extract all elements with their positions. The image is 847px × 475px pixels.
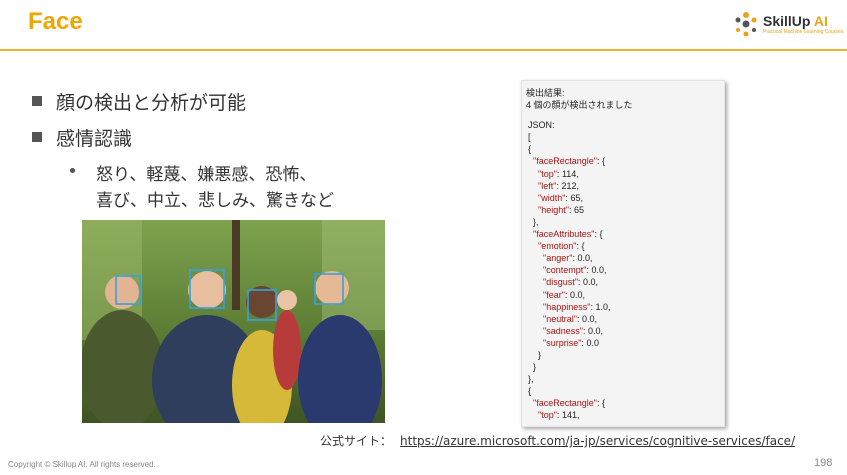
slide-title: Face bbox=[28, 8, 83, 35]
json-line: }, bbox=[528, 374, 534, 385]
group-photo bbox=[82, 220, 385, 423]
skillup-logo: SkillUp AI Practical Machine Learning Co… bbox=[733, 10, 843, 42]
emotion-list-line-2: 喜び、中立、悲しみ、驚きなど bbox=[96, 191, 334, 211]
source-citation: 公式サイト： https://azure.microsoft.com/ja-jp/… bbox=[320, 432, 795, 449]
result-header-line: 4 個の顔が検出されました bbox=[526, 100, 633, 111]
logo-tagline: Practical Machine Learning Courses bbox=[763, 29, 844, 35]
result-header-line: 検出結果: bbox=[526, 88, 565, 98]
emotion-list-line-1: 怒り、軽蔑、嫌悪感、恐怖、 bbox=[96, 165, 317, 185]
json-label: JSON: bbox=[528, 120, 555, 131]
json-line: } bbox=[528, 349, 542, 360]
json-line: "anger": 0.0, bbox=[543, 253, 593, 264]
json-line: "happiness": 1.0, bbox=[543, 301, 611, 312]
json-line: "width": 65, bbox=[538, 192, 583, 203]
square-bullet-icon bbox=[32, 132, 42, 142]
bullet-emotion-recognition: 感情認識 bbox=[32, 124, 132, 151]
header-divider bbox=[0, 49, 847, 51]
dot-bullet-icon bbox=[70, 168, 75, 173]
source-link[interactable]: https://azure.microsoft.com/ja-jp/servic… bbox=[400, 434, 795, 448]
json-line: "surprise": 0.0 bbox=[543, 337, 599, 348]
copyright-text: Copyright © Skillup AI. All rights reser… bbox=[8, 460, 156, 469]
json-line: "contempt": 0.0, bbox=[543, 265, 607, 276]
json-line: "height": 65 bbox=[538, 204, 584, 215]
logo-wordmark: SkillUp AI bbox=[763, 13, 828, 29]
json-line: "top": 141, bbox=[538, 410, 580, 421]
json-line: [ bbox=[528, 132, 531, 143]
json-line: "left": 212, bbox=[538, 180, 579, 191]
result-header: 検出結果: 4 個の顔が検出されました bbox=[522, 81, 724, 111]
page-number: 198 bbox=[814, 457, 833, 469]
bullet-face-detection: 顔の検出と分析が可能 bbox=[32, 88, 246, 115]
json-line: "faceAttributes": { bbox=[533, 229, 603, 240]
source-label: 公式サイト： bbox=[320, 434, 393, 448]
square-bullet-icon bbox=[32, 96, 42, 106]
json-output: JSON:[{ "faceRectangle": { "top": 114, "… bbox=[522, 111, 724, 421]
logo-icon bbox=[735, 12, 757, 37]
json-line: "fear": 0.0, bbox=[543, 289, 585, 300]
json-line: "faceRectangle": { bbox=[533, 398, 605, 409]
json-line: "faceRectangle": { bbox=[533, 156, 605, 167]
json-line: "neutral": 0.0, bbox=[543, 313, 597, 324]
detection-result-panel: 検出結果: 4 個の顔が検出されました JSON:[{ "faceRectangl… bbox=[521, 80, 725, 427]
json-line: } bbox=[528, 362, 537, 373]
json-line: "disgust": 0.0, bbox=[543, 277, 598, 288]
json-line: "emotion": { bbox=[538, 241, 585, 252]
json-line: }, bbox=[528, 216, 539, 227]
json-line: { bbox=[528, 144, 532, 155]
json-line: "sadness": 0.0, bbox=[543, 325, 603, 336]
json-line: { bbox=[528, 386, 532, 397]
json-line: "top": 114, bbox=[538, 168, 579, 179]
